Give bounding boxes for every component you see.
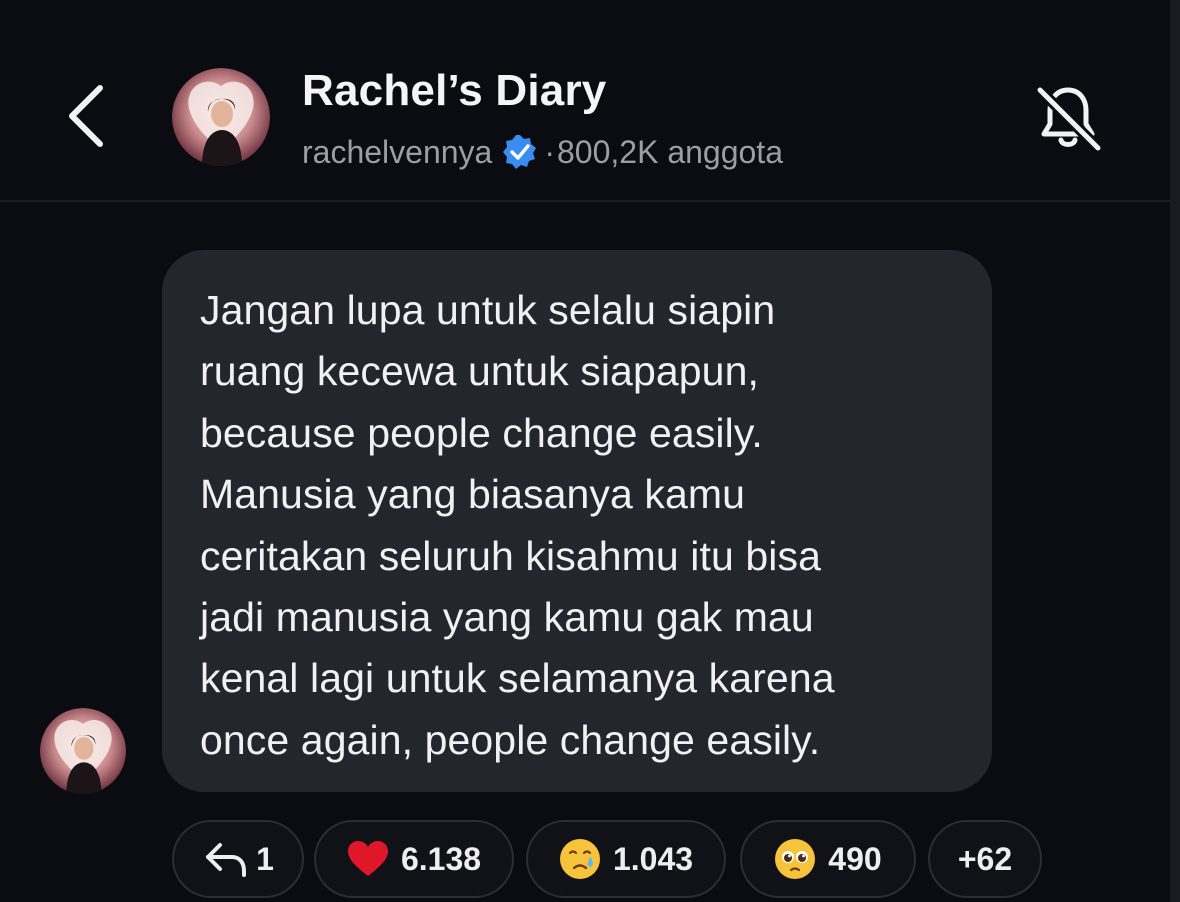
sender-avatar[interactable] (40, 708, 126, 794)
member-count: 800,2K anggota (557, 133, 783, 170)
message-bubble[interactable]: Jangan lupa untuk selalu siapin ruang ke… (162, 250, 992, 792)
channel-subtitle: rachelvennya · 800,2K anggota (302, 130, 783, 174)
pleading-count: 490 (828, 840, 882, 877)
bell-off-icon (1034, 84, 1104, 154)
chevron-left-icon (69, 85, 103, 147)
crying-face-icon (559, 839, 600, 879)
message-text: Jangan lupa untuk selalu siapin ruang ke… (200, 287, 835, 763)
reply-count: 1 (256, 840, 274, 877)
screen-edge (1170, 0, 1180, 902)
more-reactions-label: +62 (957, 840, 1013, 877)
reaction-heart[interactable]: 6.138 (314, 820, 514, 898)
cry-count: 1.043 (612, 840, 694, 877)
verified-badge-icon (503, 135, 537, 169)
reaction-cry[interactable]: 1.043 (526, 820, 726, 898)
channel-avatar[interactable] (172, 68, 270, 166)
channel-handle: rachelvennya (302, 133, 493, 170)
channel-header: Rachel’s Diary rachelvennya · 800,2K ang… (0, 0, 1170, 202)
separator-dot: · (544, 133, 555, 170)
heart-count: 6.138 (400, 840, 482, 877)
reply-icon (206, 843, 247, 877)
red-heart-icon (347, 841, 388, 876)
pleading-face-icon (775, 839, 816, 879)
reply-button[interactable]: 1 (172, 820, 304, 898)
mute-notifications-button[interactable] (1028, 78, 1108, 158)
channel-title: Rachel’s Diary (302, 66, 607, 115)
back-button[interactable] (60, 80, 116, 152)
reaction-pleading[interactable]: 490 (740, 820, 916, 898)
more-reactions-button[interactable]: +62 (928, 820, 1042, 898)
